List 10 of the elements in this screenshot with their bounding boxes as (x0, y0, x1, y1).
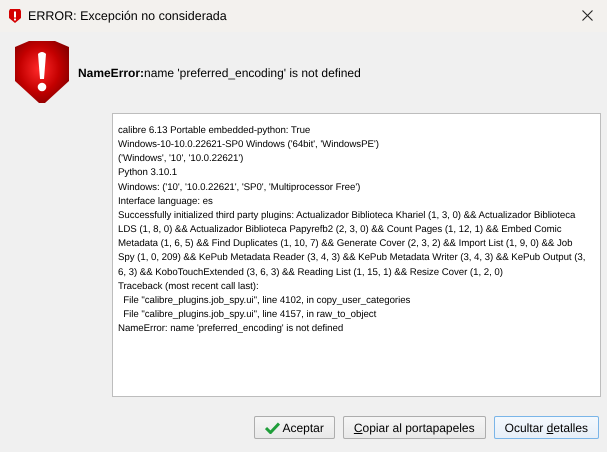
error-message: NameError:name 'preferred_encoding' is not defined (78, 64, 361, 82)
error-shield-icon (8, 8, 22, 24)
details-text-area[interactable]: calibre 6.13 Portable embedded-python: True Windows-10-10.0.22621-SP0 Windows ('64bit', 'WindowsPE') ('Windows', '10', '10.0.22621') Python 3.10.1 Windows: ('10', '10.0.22621', 'SP0', 'Multiprocessor Free') Interface language: es Successfully initialized third party plugins: Actualizador Biblioteca Khariel (1, 3, 0) && Actualizador Biblioteca LDS (1, 8, 0) && Actualizador Biblioteca Papyrefb2 (2, 3, 0) && Count Pages (1, 12, 1) && Embed Comic Metadata (1, 6, 5) && Find Duplicates (1, 10, 7) && Generate Cover (2, 3, 2) && Import List (1, 9, 0) && Job Spy (1, 0, 209) && KePub Metadata Reader (3, 4, 3) && KePub Metadata Writer (3, 4, 3) && KePub Output (3, 6, 3) && KoboTouchExtended (3, 6, 3) && Reading List (1, 15, 1) && Resize Cover (1, 2, 0) Traceback (most recent call last): File "calibre_plugins.job_spy.ui", line 4102, in copy_user_categories File "calibre_plugins.job_spy.ui", line 4157, in raw_to_object NameError: name 'preferred_encoding' is not defined (112, 113, 601, 397)
window-title: ERROR: Excepción no considerada (28, 8, 227, 25)
checkmark-icon (264, 422, 280, 434)
dialog-button[interactable]: Copiar al portapapeles (342, 416, 486, 439)
accept-button[interactable]: Aceptar (254, 416, 335, 439)
dialog-button[interactable]: Ocultar detalles (494, 416, 599, 439)
close-icon (582, 10, 593, 22)
error-shield-icon (15, 41, 69, 104)
